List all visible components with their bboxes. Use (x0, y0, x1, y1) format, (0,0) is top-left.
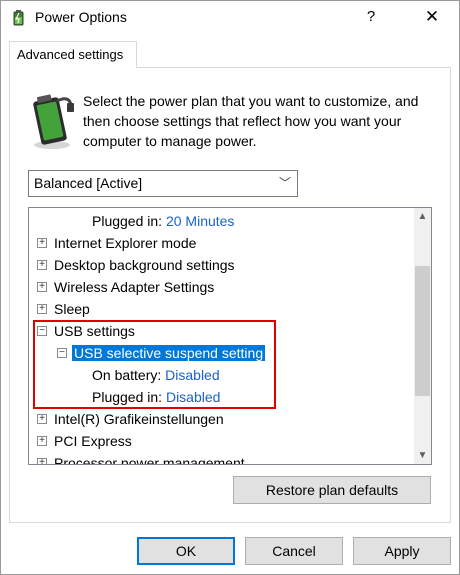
title-bar: Power Options ? ✕ (1, 1, 459, 33)
power-plan-select[interactable]: Balanced [Active] ﹀ (28, 170, 298, 197)
cancel-button[interactable]: Cancel (245, 537, 343, 565)
tree-row-label: Sleep (54, 301, 90, 317)
tree-row-usb-settings[interactable]: − USB settings (37, 320, 135, 342)
expand-icon[interactable]: + (37, 414, 47, 424)
tree-row-plugged-in-sleep[interactable]: Plugged in: 20 Minutes (92, 210, 234, 232)
tree-row-label-selected: USB selective suspend setting (72, 345, 266, 361)
tree-row-intel-grafikeinstellungen[interactable]: + Intel(R) Grafikeinstellungen (37, 408, 224, 430)
expand-icon[interactable]: + (37, 436, 47, 446)
power-options-icon (13, 10, 24, 26)
tree-row-label: Internet Explorer mode (54, 235, 197, 251)
expand-icon[interactable]: + (37, 304, 47, 314)
power-plan-select-value: Balanced [Active] (34, 175, 143, 191)
tree-row-processor-power-management[interactable]: + Processor power management (37, 452, 245, 465)
setting-value-link[interactable]: Disabled (165, 367, 219, 383)
tree-row-desktop-background-settings[interactable]: + Desktop background settings (37, 254, 235, 276)
tree-row-label: USB settings (54, 323, 135, 339)
restore-plan-defaults-button[interactable]: Restore plan defaults (233, 476, 431, 504)
help-button[interactable]: ? (353, 1, 389, 33)
battery-icon (33, 94, 74, 149)
tree-scrollbar[interactable]: ▲ ▼ (414, 208, 431, 464)
tree-row-internet-explorer-mode[interactable]: + Internet Explorer mode (37, 232, 196, 254)
collapse-icon[interactable]: − (57, 348, 67, 358)
setting-label: On battery: (92, 367, 162, 383)
description-text: Select the power plan that you want to c… (83, 93, 419, 149)
close-button[interactable]: ✕ (409, 1, 455, 33)
expand-icon[interactable]: + (37, 238, 47, 248)
expand-icon[interactable]: + (37, 458, 47, 464)
tree-row-wireless-adapter-settings[interactable]: + Wireless Adapter Settings (37, 276, 214, 298)
scroll-up-icon[interactable]: ▲ (414, 208, 431, 225)
tree-row-label: Intel(R) Grafikeinstellungen (54, 411, 224, 427)
scroll-down-icon[interactable]: ▼ (414, 447, 431, 464)
window-title: Power Options (35, 9, 127, 25)
expand-icon[interactable]: + (37, 282, 47, 292)
tree-row-pci-express[interactable]: + PCI Express (37, 430, 132, 452)
ok-button[interactable]: OK (137, 537, 235, 565)
setting-label: Plugged in: (92, 213, 163, 229)
scroll-thumb[interactable] (415, 266, 430, 396)
setting-value-link[interactable]: 20 Minutes (166, 213, 234, 229)
setting-value-link[interactable]: Disabled (166, 389, 220, 405)
tree-row-plugged-in-usb[interactable]: Plugged in: Disabled (92, 386, 220, 408)
tree-row-on-battery[interactable]: On battery: Disabled (92, 364, 220, 386)
tab-advanced-settings[interactable]: Advanced settings (9, 41, 137, 68)
tree-row-label: PCI Express (54, 433, 132, 449)
tree-row-sleep[interactable]: + Sleep (37, 298, 90, 320)
collapse-icon[interactable]: − (37, 326, 47, 336)
tree-row-usb-selective-suspend-setting[interactable]: − USB selective suspend setting (57, 342, 266, 364)
settings-tree[interactable]: Plugged in: 20 Minutes + Internet Explor… (28, 207, 432, 465)
tree-row-label: Wireless Adapter Settings (54, 279, 215, 295)
expand-icon[interactable]: + (37, 260, 47, 270)
tree-row-label: Processor power management (54, 455, 245, 465)
chevron-down-icon: ﹀ (278, 176, 291, 190)
setting-label: Plugged in: (92, 389, 163, 405)
apply-button[interactable]: Apply (353, 537, 451, 565)
tree-row-label: Desktop background settings (54, 257, 235, 273)
